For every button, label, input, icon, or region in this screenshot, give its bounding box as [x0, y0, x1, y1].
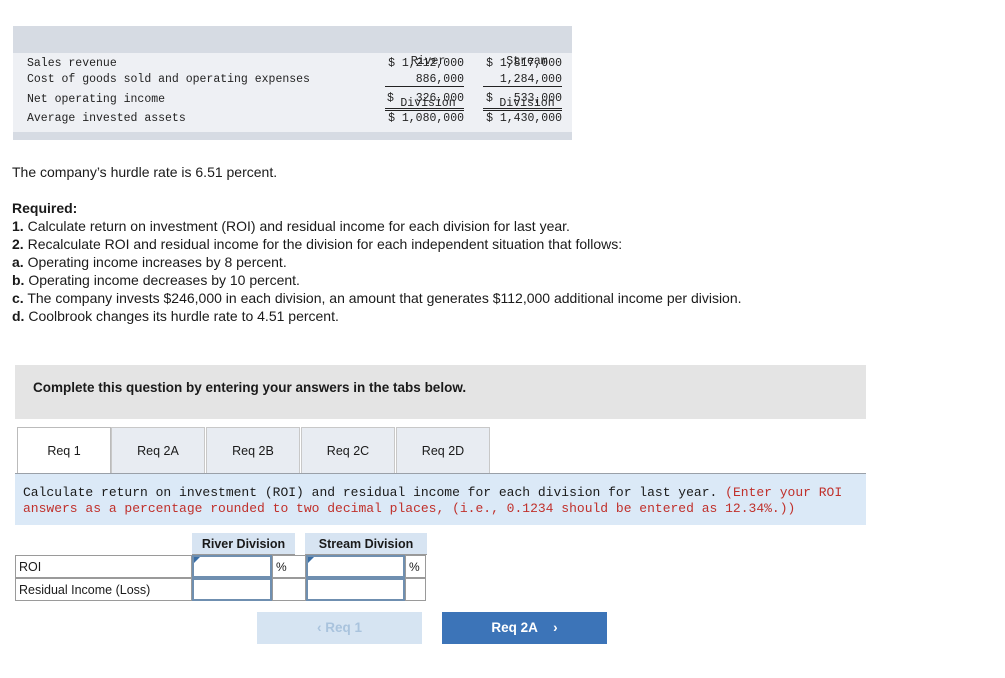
- row-label-residual-income: Residual Income (Loss): [15, 578, 192, 601]
- financial-data-table: River Division Stream Division Sales rev…: [13, 26, 572, 140]
- river-noi-double-rule: [385, 108, 464, 111]
- required-item-prefix: b.: [12, 272, 25, 288]
- stream-ri-blank-cell: [405, 578, 426, 601]
- stream-roi-field[interactable]: [308, 557, 403, 576]
- river-average-invested-assets: $ 1,080,000: [388, 112, 464, 125]
- stream-noi-double-rule: [483, 108, 562, 111]
- required-item-1: 1. Calculate return on investment (ROI) …: [12, 218, 570, 234]
- required-item-text: Operating income decreases by 10 percent…: [24, 272, 300, 288]
- next-req-label: Req 2A: [491, 620, 538, 635]
- chevron-left-icon: ‹: [316, 620, 322, 635]
- stream-average-invested-assets: $ 1,430,000: [486, 112, 562, 125]
- required-item-prefix: a.: [12, 254, 24, 270]
- col-header-stream-division: Stream Division: [305, 533, 427, 555]
- prev-req-button[interactable]: ‹ Req 1: [257, 612, 422, 644]
- required-item-c: c. The company invests $246,000 in each …: [12, 290, 742, 306]
- col-header-river-division: River Division: [192, 533, 295, 555]
- input-marker-icon: [308, 557, 314, 563]
- river-residual-income-input[interactable]: [192, 578, 272, 601]
- required-item-text: Calculate return on investment (ROI) and…: [23, 218, 570, 234]
- prev-req-label: Req 1: [325, 620, 363, 635]
- river-sales-revenue: $ 1,212,000: [388, 57, 464, 70]
- input-marker-icon: [194, 557, 200, 563]
- river-net-operating-income: 326,000: [415, 92, 464, 105]
- row-label-roi: ROI: [15, 555, 192, 578]
- row-label-sales-revenue: Sales revenue: [27, 57, 117, 70]
- tab-instruction-box: Calculate return on investment (ROI) and…: [15, 474, 866, 525]
- stream-net-operating-income: 533,000: [513, 92, 562, 105]
- required-item-text: Coolbrook changes its hurdle rate to 4.5…: [24, 308, 339, 324]
- hurdle-rate-text: The company’s hurdle rate is 6.51 percen…: [12, 164, 278, 180]
- row-label-cogs: Cost of goods sold and operating expense…: [27, 73, 310, 86]
- required-item-prefix: c.: [12, 290, 24, 306]
- tab-req-2d[interactable]: Req 2D: [396, 427, 490, 474]
- required-heading: Required:: [12, 200, 77, 216]
- stream-roi-pct-symbol: %: [405, 555, 426, 578]
- required-item-a: a. Operating income increases by 8 perce…: [12, 254, 287, 270]
- tab-instruction-main: Calculate return on investment (ROI) and…: [23, 485, 718, 500]
- stream-residual-income-field[interactable]: [308, 580, 403, 599]
- required-item-b: b. Operating income decreases by 10 perc…: [12, 272, 300, 288]
- required-item-prefix: 2.: [12, 236, 24, 252]
- required-item-2: 2. Recalculate ROI and residual income f…: [12, 236, 622, 252]
- required-item-d: d. Coolbrook changes its hurdle rate to …: [12, 308, 339, 324]
- river-residual-income-field[interactable]: [194, 580, 270, 599]
- stream-sales-revenue: $ 1,817,000: [486, 57, 562, 70]
- instruction-panel: Complete this question by entering your …: [15, 365, 866, 419]
- tab-req-2c[interactable]: Req 2C: [301, 427, 395, 474]
- river-roi-input[interactable]: [192, 555, 272, 578]
- tab-req-2a[interactable]: Req 2A: [111, 427, 205, 474]
- river-ri-blank-cell: [272, 578, 306, 601]
- river-roi-pct-symbol: %: [272, 555, 306, 578]
- required-heading-label: Required:: [12, 200, 78, 216]
- required-item-prefix: d.: [12, 308, 25, 324]
- tab-instruction-paragraph: Calculate return on investment (ROI) and…: [23, 485, 858, 517]
- tab-req-2b[interactable]: Req 2B: [206, 427, 300, 474]
- row-label-average-invested-assets: Average invested assets: [27, 112, 186, 125]
- required-item-prefix: 1.: [12, 218, 24, 234]
- river-roi-field[interactable]: [194, 557, 270, 576]
- required-item-text: The company invests $246,000 in each div…: [23, 290, 742, 306]
- instruction-text: Complete this question by entering your …: [33, 380, 467, 395]
- stream-residual-income-input[interactable]: [306, 578, 405, 601]
- stream-roi-input[interactable]: [306, 555, 405, 578]
- stream-cogs: 1,284,000: [483, 72, 562, 87]
- river-cogs: 886,000: [385, 72, 464, 87]
- chevron-right-icon: ›: [553, 620, 558, 635]
- required-item-text: Recalculate ROI and residual income for …: [23, 236, 623, 252]
- tab-req-1[interactable]: Req 1: [17, 427, 111, 475]
- row-label-net-operating-income: Net operating income: [27, 93, 166, 106]
- required-item-text: Operating income increases by 8 percent.: [23, 254, 287, 270]
- next-req-button[interactable]: Req 2A ›: [442, 612, 607, 644]
